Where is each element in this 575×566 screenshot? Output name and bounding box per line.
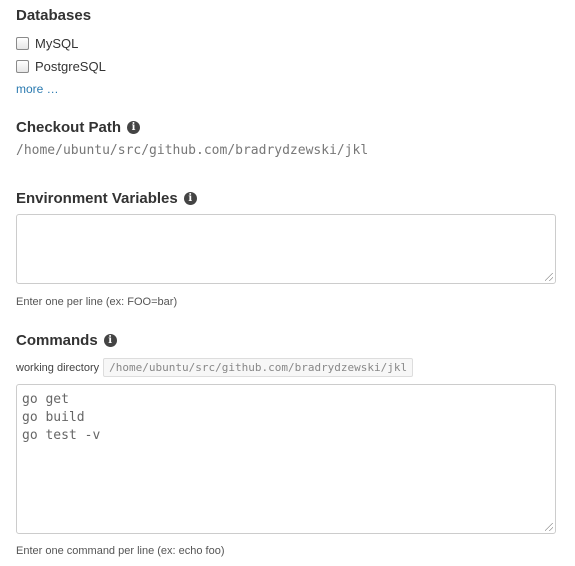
info-icon[interactable]: i xyxy=(103,334,117,347)
commands-lines: go get go build go test -v xyxy=(17,385,555,451)
commands-textarea[interactable]: go get go build go test -v xyxy=(16,384,556,534)
working-directory-label: working directory xyxy=(16,361,100,374)
commands-title: Commands i xyxy=(16,332,117,349)
environment-variables-textarea[interactable] xyxy=(16,214,556,284)
postgresql-checkbox[interactable] xyxy=(16,60,29,73)
working-directory-value: /home/ubuntu/src/github.com/bradrydzewsk… xyxy=(103,358,414,377)
environment-variables-help: Enter one per line (ex: FOO=bar) xyxy=(16,296,178,308)
working-directory-row: working directory /home/ubuntu/src/githu… xyxy=(16,358,414,377)
info-icon[interactable]: i xyxy=(127,121,141,134)
info-icon[interactable]: i xyxy=(183,192,197,205)
mysql-label: MySQL xyxy=(35,36,79,51)
resize-grip-icon[interactable] xyxy=(545,523,553,531)
mysql-checkbox[interactable] xyxy=(16,37,29,50)
resize-grip-icon[interactable] xyxy=(545,273,553,281)
command-line: go test -v xyxy=(22,428,101,443)
more-databases-link[interactable]: more … xyxy=(16,82,59,96)
postgresql-option[interactable]: PostgreSQL xyxy=(16,59,106,74)
checkout-path-value: /home/ubuntu/src/github.com/bradrydzewsk… xyxy=(16,143,369,158)
databases-title: Databases xyxy=(16,7,92,24)
checkout-path-title: Checkout Path i xyxy=(16,119,141,136)
command-line: go get xyxy=(22,392,69,407)
command-line: go build xyxy=(22,410,85,425)
postgresql-label: PostgreSQL xyxy=(35,59,106,74)
mysql-option[interactable]: MySQL xyxy=(16,36,78,51)
environment-variables-value xyxy=(17,215,555,225)
environment-variables-title: Environment Variables i xyxy=(16,190,197,207)
commands-help: Enter one command per line (ex: echo foo… xyxy=(16,545,225,557)
